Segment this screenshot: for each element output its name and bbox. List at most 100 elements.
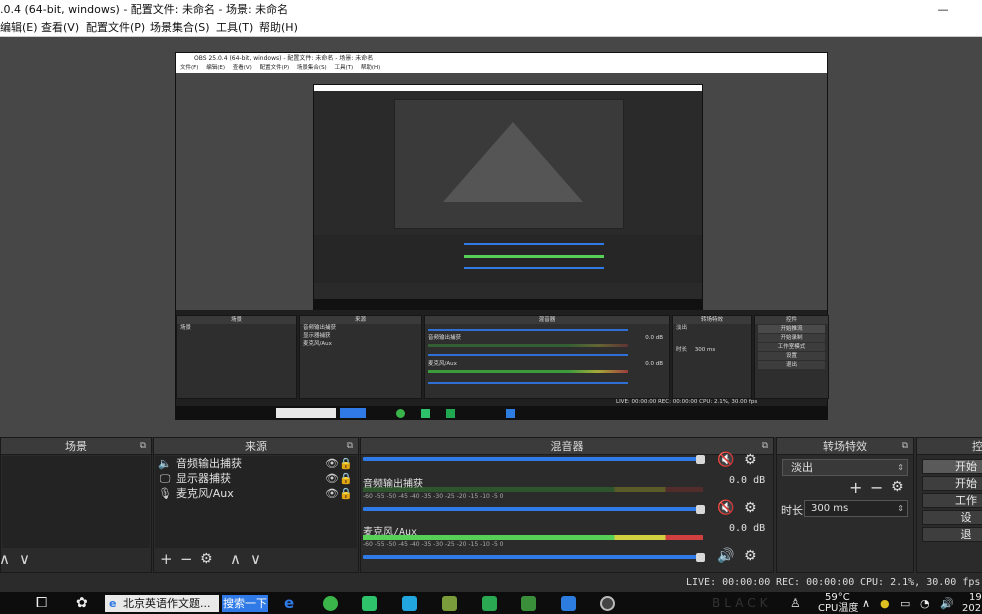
- nested-menu-item: 场景集合(S): [296, 65, 327, 71]
- remove-icon[interactable]: −: [180, 550, 193, 568]
- volume-slider[interactable]: [363, 457, 700, 461]
- task-view-icon[interactable]: ⧠: [36, 595, 47, 612]
- minimize-button[interactable]: —: [936, 0, 950, 19]
- nested-transitions-header: 转场特效: [673, 316, 751, 324]
- nested-inner-bar: [464, 267, 604, 269]
- browser-task[interactable]: e 北京英语作文题...: [105, 595, 219, 612]
- wechat-icon[interactable]: [521, 596, 536, 611]
- obs-icon[interactable]: [600, 596, 615, 611]
- gear-icon[interactable]: ⚙: [744, 500, 757, 516]
- nested-control-button: 开始推流: [758, 325, 825, 333]
- menu-scene-collection[interactable]: 场景集合(S): [150, 19, 210, 37]
- nested-inner-meter: [464, 255, 604, 258]
- wifi-icon[interactable]: ◔: [920, 595, 930, 612]
- nested-menu-item: 帮助(H): [360, 65, 381, 71]
- speaker-icon[interactable]: 🔊: [717, 548, 734, 564]
- nested-transition-select: 淡出: [676, 325, 688, 331]
- eye-icon[interactable]: 👁: [325, 456, 339, 471]
- spinner-icon[interactable]: ⇕: [897, 501, 904, 516]
- source-item[interactable]: 🔈 音频输出捕获 👁 🔒: [155, 456, 357, 471]
- person-icon[interactable]: ♙: [790, 595, 801, 612]
- muted-speaker-icon[interactable]: 🔇: [717, 500, 734, 516]
- nested-app-icon: [446, 409, 455, 418]
- nested-volume-bar: [428, 382, 628, 384]
- transition-select[interactable]: 淡出 ⇕: [782, 459, 908, 476]
- sources-toolbar: + − ⚙ ∧ ∨: [154, 550, 358, 568]
- nested-control-button: 设置: [758, 352, 825, 360]
- float-icon[interactable]: ⧉: [902, 438, 908, 455]
- volume-knob[interactable]: [696, 505, 705, 514]
- pinwheel-icon[interactable]: ✿: [76, 595, 88, 612]
- gear-icon[interactable]: ⚙: [744, 548, 757, 564]
- source-label: 显示器捕获: [176, 472, 231, 485]
- browser-tab-label: 北京英语作文题...: [122, 597, 211, 610]
- sources-list[interactable]: 🔈 音频输出捕获 👁 🔒 🖵 显示器捕获 👁 🔒 🎙 麦克风/Aux 👁 🔒: [155, 456, 357, 548]
- app-tray-icon[interactable]: ●: [880, 595, 890, 612]
- notes-icon[interactable]: [442, 596, 457, 611]
- preview-area[interactable]: OBS 25.0.4 (64-bit, windows) - 配置文件: 未命名…: [0, 37, 982, 437]
- scenes-list[interactable]: [2, 456, 150, 548]
- source-item[interactable]: 🖵 显示器捕获 👁 🔒: [155, 471, 357, 486]
- window-title: .0.4 (64-bit, windows) - 配置文件: 未命名 - 场景:…: [0, 3, 289, 16]
- nested-controls-header: 控件: [755, 316, 828, 324]
- nested-track-db: 0.0 dB: [645, 361, 663, 367]
- float-icon[interactable]: ⧉: [347, 438, 353, 455]
- lock-icon[interactable]: 🔒: [339, 456, 353, 471]
- play-icon[interactable]: [402, 596, 417, 611]
- volume-knob[interactable]: [696, 553, 705, 562]
- microphone-icon: 🎙: [158, 487, 172, 500]
- source-item[interactable]: 🎙 麦克风/Aux 👁 🔒: [155, 486, 357, 501]
- chevron-down-icon[interactable]: ∨: [19, 550, 30, 568]
- volume-knob[interactable]: [696, 455, 705, 464]
- volume-slider[interactable]: [363, 507, 700, 511]
- browser-icon: e: [109, 597, 117, 610]
- start-recording-button[interactable]: 开始: [922, 476, 982, 491]
- remove-icon[interactable]: −: [870, 478, 883, 497]
- chevron-down-icon[interactable]: ∨: [250, 550, 261, 568]
- lock-icon[interactable]: 🔒: [339, 471, 353, 486]
- studio-mode-button[interactable]: 工作: [922, 493, 982, 508]
- menu-help[interactable]: 帮助(H): [259, 19, 298, 37]
- track-db: 0.0 dB: [729, 475, 766, 486]
- add-icon[interactable]: +: [849, 478, 862, 497]
- lock-icon[interactable]: 🔒: [339, 486, 353, 501]
- menu-view[interactable]: 查看(V): [41, 19, 79, 37]
- clock-date: 202: [962, 603, 982, 614]
- eye-icon[interactable]: 👁: [325, 486, 339, 501]
- menu-edit[interactable]: 编辑(E): [0, 19, 38, 37]
- nested-transitions: 转场特效 淡出 时长 300 ms: [672, 315, 752, 399]
- nested-scene-item: 场景: [180, 325, 192, 331]
- nested-inner-taskbar: [314, 299, 702, 309]
- chevron-up-icon[interactable]: ∧: [862, 595, 870, 612]
- exit-button[interactable]: 退: [922, 527, 982, 542]
- muted-speaker-icon[interactable]: 🔇: [717, 452, 734, 468]
- word-icon[interactable]: [561, 596, 576, 611]
- menu-profile[interactable]: 配置文件(P): [86, 19, 145, 37]
- float-icon[interactable]: ⧉: [140, 438, 146, 455]
- volume-icon[interactable]: 🔊: [940, 595, 954, 612]
- float-icon[interactable]: ⧉: [762, 438, 768, 455]
- app-360-icon[interactable]: [323, 596, 338, 611]
- battery-icon[interactable]: ▭: [900, 595, 910, 612]
- menu-tools[interactable]: 工具(T): [216, 19, 253, 37]
- search-button[interactable]: 搜索一下: [222, 595, 268, 612]
- eye-icon[interactable]: 👁: [325, 471, 339, 486]
- iqiyi-icon[interactable]: [362, 596, 377, 611]
- volume-slider[interactable]: [363, 555, 700, 559]
- chevron-up-icon[interactable]: ∧: [0, 550, 10, 568]
- gear-icon[interactable]: ⚙: [200, 550, 213, 568]
- game-icon[interactable]: [482, 596, 497, 611]
- gear-icon[interactable]: ⚙: [891, 479, 904, 495]
- add-icon[interactable]: +: [160, 550, 173, 568]
- transitions-header: 转场特效 ⧉: [777, 438, 913, 455]
- chevron-up-icon[interactable]: ∧: [230, 550, 241, 568]
- start-streaming-button[interactable]: 开始: [922, 459, 982, 474]
- audio-meter: [363, 487, 703, 492]
- nested-controls: 控件 开始推流 开始录制 工作室模式 设置 退出: [754, 315, 829, 399]
- rec-status: REC: 00:00:00: [776, 577, 855, 588]
- gear-icon[interactable]: ⚙: [744, 452, 757, 468]
- settings-button[interactable]: 设: [922, 510, 982, 525]
- meter-scale: -60 -55 -50 -45 -40 -35 -30 -25 -20 -15 …: [363, 493, 504, 500]
- duration-input[interactable]: 300 ms ⇕: [804, 500, 908, 517]
- edge-icon[interactable]: e: [284, 595, 294, 612]
